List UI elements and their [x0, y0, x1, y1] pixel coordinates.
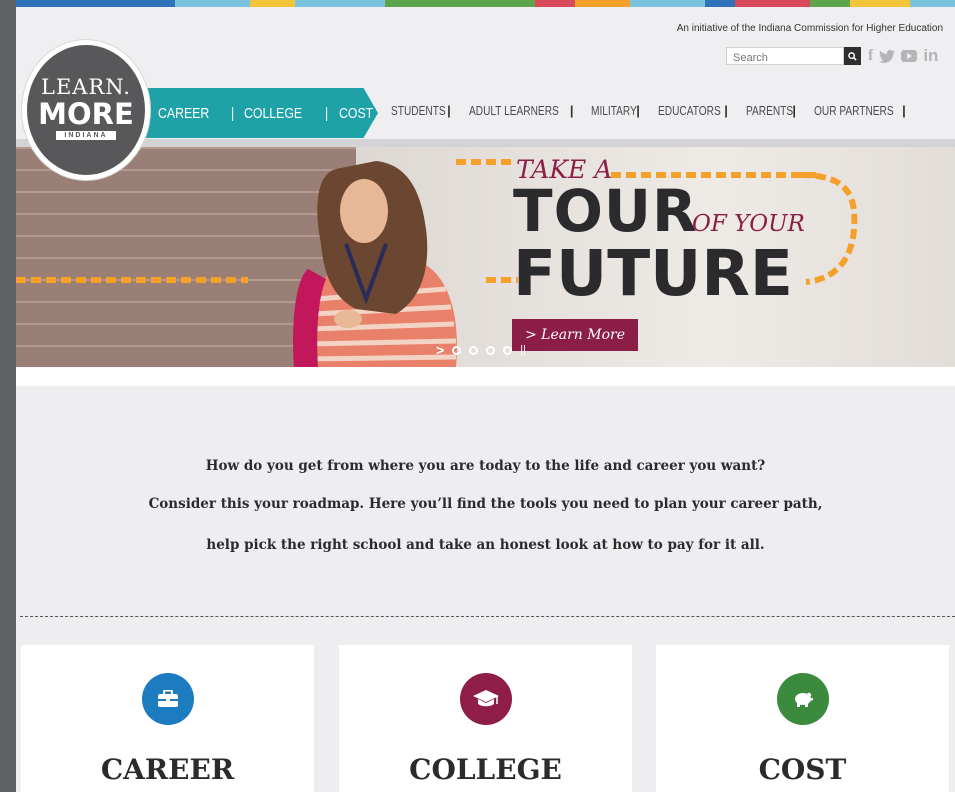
logo-line-1: LEARN. [41, 74, 131, 99]
learn-more-indiana-logo[interactable]: LEARN. MORE INDIANA [22, 40, 150, 180]
search-box[interactable] [726, 47, 844, 66]
slide-dot[interactable] [486, 345, 496, 355]
slide-dot[interactable] [469, 345, 479, 355]
facebook-icon[interactable]: f [868, 47, 873, 65]
college-card-title: COLLEGE [409, 753, 562, 786]
career-card-title: CAREER [100, 753, 235, 786]
briefcase-icon [141, 673, 194, 725]
next-slide-arrow-icon[interactable]: > [436, 342, 444, 358]
intro-line-2: Consider this your roadmap. Here you’ll … [148, 496, 823, 512]
section-divider [20, 616, 955, 617]
cost-card-title: COST [758, 753, 847, 786]
hero-future: FUTURE [513, 237, 793, 310]
search-icon [848, 51, 857, 61]
nav-adult-learners[interactable]: ADULT LEARNERS [469, 103, 559, 118]
page: An initiative of the Indiana Commission … [16, 0, 955, 792]
slider-controls: > || [436, 342, 526, 358]
youtube-icon[interactable] [901, 50, 918, 62]
pause-icon[interactable]: || [520, 344, 526, 356]
nav-cost[interactable]: COST [339, 105, 373, 122]
career-card[interactable]: CAREER [21, 645, 314, 792]
social-links: f in [868, 46, 938, 66]
slide-dot[interactable] [503, 345, 513, 355]
nav-educators[interactable]: EDUCATORS [658, 103, 721, 118]
nav-parents[interactable]: PARENTS [746, 103, 793, 118]
linkedin-icon[interactable]: in [923, 46, 938, 66]
nav-military[interactable]: MILITARY [591, 103, 637, 118]
nav-students[interactable]: STUDENTS [391, 103, 446, 118]
initiative-text: An initiative of the Indiana Commission … [676, 23, 943, 34]
cost-card[interactable]: COST [656, 645, 949, 792]
piggy-bank-icon [776, 673, 829, 725]
primary-nav: CAREER | COLLEGE | COST [136, 88, 378, 138]
audience-nav: STUDENTS | ADULT LEARNERS | MILITARY | EDUC… [391, 103, 906, 118]
hero-tour: TOUR [513, 177, 698, 245]
nav-career[interactable]: CAREER [158, 105, 209, 122]
nav-college[interactable]: COLLEGE [244, 105, 302, 122]
slide-dot[interactable] [452, 345, 462, 355]
top-color-bar [16, 0, 955, 7]
logo-line-3: INDIANA [56, 130, 116, 140]
nav-our-partners[interactable]: OUR PARTNERS [814, 103, 894, 118]
intro-line-3: help pick the right school and take an h… [206, 537, 765, 553]
nav-separator: | [325, 104, 329, 122]
student-photo [293, 161, 457, 367]
twitter-icon[interactable] [879, 49, 896, 63]
nav-separator: | [230, 104, 234, 122]
search-input[interactable] [727, 50, 843, 66]
college-card[interactable]: COLLEGE [339, 645, 632, 792]
hero-of-your: OF YOUR [692, 211, 805, 237]
intro-section: How do you get from where you are today … [16, 386, 955, 616]
graduation-cap-icon [459, 673, 512, 725]
intro-line-1: How do you get from where you are today … [205, 458, 766, 474]
logo-line-2: MORE [38, 96, 134, 131]
learn-more-button[interactable]: > Learn More [512, 319, 638, 351]
hero-banner[interactable]: TAKE A TOUR OF YOUR FUTURE > Learn More … [16, 139, 955, 367]
search-button[interactable] [844, 47, 861, 65]
